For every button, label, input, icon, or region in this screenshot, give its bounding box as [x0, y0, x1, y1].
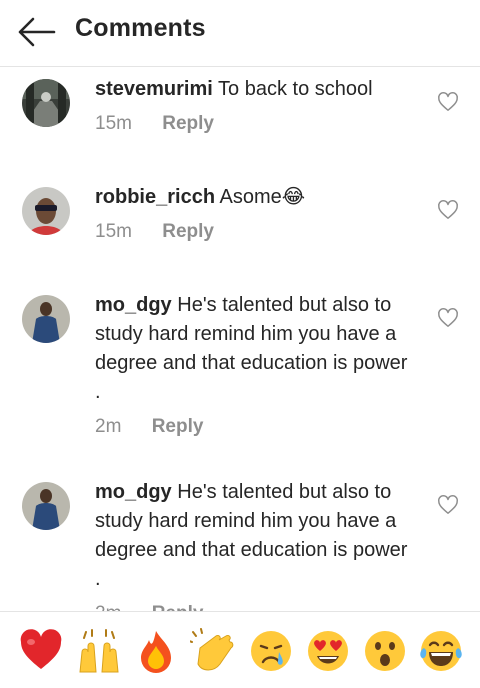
comment-meta: 2m Reply	[95, 416, 203, 438]
avatar[interactable]	[22, 79, 70, 127]
comment-meta: 15m Reply	[95, 221, 214, 243]
fire-emoji-icon[interactable]	[133, 628, 179, 674]
comment-meta: 15m Reply	[95, 113, 214, 135]
raising-hands-emoji-icon[interactable]	[76, 628, 122, 674]
comment-time: 2m	[95, 416, 122, 437]
page-title: Comments	[75, 14, 206, 42]
like-heart-icon[interactable]	[437, 494, 459, 516]
comment-username[interactable]: mo_dgy	[95, 294, 172, 316]
back-arrow-icon[interactable]	[16, 15, 56, 49]
comment-time: 15m	[95, 113, 132, 134]
crying-face-emoji-icon[interactable]	[248, 628, 294, 674]
comment-body: mo_dgy He's talented but also to study h…	[95, 478, 415, 594]
comment-body: stevemurimi To back to school	[95, 75, 415, 104]
like-heart-icon[interactable]	[437, 199, 459, 221]
comment-username[interactable]: robbie_ricch	[95, 186, 215, 208]
comment-body: mo_dgy He's talented but also to study h…	[95, 291, 415, 407]
comment-body: robbie_ricch Asome😂	[95, 183, 415, 212]
emoji-quick-bar	[0, 611, 480, 688]
avatar[interactable]	[22, 187, 70, 235]
comment-text: To back to school	[218, 78, 373, 100]
heart-eyes-face-emoji-icon[interactable]	[305, 628, 351, 674]
avatar[interactable]	[22, 295, 70, 343]
like-heart-icon[interactable]	[437, 307, 459, 329]
comment-time: 15m	[95, 221, 132, 242]
tears-of-joy-face-emoji-icon[interactable]	[418, 628, 464, 674]
reply-button[interactable]: Reply	[162, 221, 214, 242]
clapping-hands-emoji-icon[interactable]	[188, 628, 236, 674]
reply-button[interactable]: Reply	[162, 113, 214, 134]
astonished-face-emoji-icon[interactable]	[362, 628, 408, 674]
header: Comments	[0, 0, 480, 67]
red-heart-emoji-icon[interactable]	[18, 628, 64, 674]
comment-text: Asome😂	[219, 186, 306, 208]
comment-username[interactable]: stevemurimi	[95, 78, 213, 100]
comment-username[interactable]: mo_dgy	[95, 481, 172, 503]
reply-button[interactable]: Reply	[152, 416, 204, 437]
avatar[interactable]	[22, 482, 70, 530]
comments-list[interactable]: stevemurimi To back to school 15m Reply …	[0, 67, 480, 612]
like-heart-icon[interactable]	[437, 91, 459, 113]
